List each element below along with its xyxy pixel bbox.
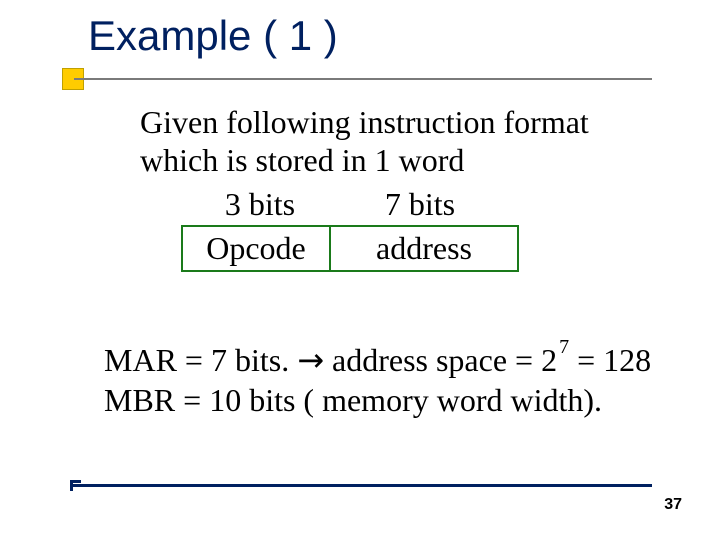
body-text: Given following instruction format which… (140, 104, 660, 272)
page-number: 37 (664, 496, 682, 514)
bit-width-row: 3 bits7 bits (150, 186, 550, 224)
calculation-block: MAR = 7 bits. → address space = 27 = 128… (104, 340, 664, 420)
mar-suffix: = 128 (569, 342, 651, 378)
bits-3-label: 3 bits (190, 186, 330, 224)
fields-table: Opcode address (181, 225, 519, 271)
slide-title: Example ( 1 ) (88, 12, 338, 60)
opcode-cell: Opcode (182, 226, 330, 270)
mar-prefix: MAR = 7 bits. (104, 342, 297, 378)
bits-7-label: 7 bits (330, 186, 510, 224)
arrow-icon: → (297, 341, 324, 379)
address-cell: address (330, 226, 518, 270)
footer-divider (70, 484, 652, 487)
mar-line: MAR = 7 bits. → address space = 27 = 128 (104, 340, 664, 380)
slide: Example ( 1 ) Given following instructio… (0, 0, 720, 540)
title-divider (74, 78, 652, 80)
mar-mid: address space = 2 (324, 342, 557, 378)
exponent-7: 7 (559, 336, 569, 358)
body-line-1: Given following instruction format (140, 104, 660, 142)
mbr-line: MBR = 10 bits ( memory word width). (104, 380, 664, 420)
instruction-format: 3 bits7 bits Opcode address (150, 186, 550, 272)
body-line-2: which is stored in 1 word (140, 142, 660, 180)
